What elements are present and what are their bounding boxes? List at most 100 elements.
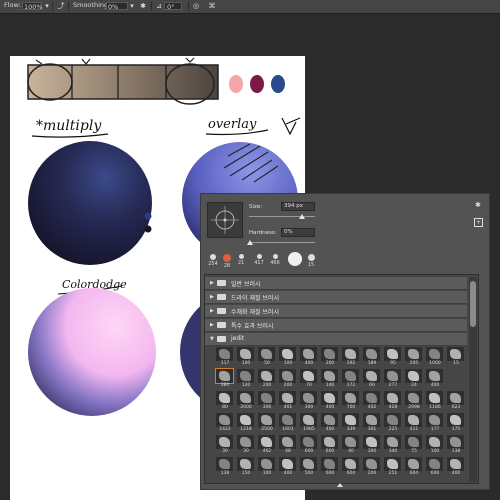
brush-preset[interactable]: 30 <box>236 435 256 456</box>
brush-preset[interactable]: 75 <box>404 435 424 456</box>
size-slider[interactable] <box>249 216 315 217</box>
brush-preset[interactable]: 60 <box>362 369 382 390</box>
brush-preset[interactable]: 40 <box>341 435 361 456</box>
gear-icon[interactable]: ✱ <box>475 201 481 209</box>
size-slider-thumb[interactable] <box>299 214 305 219</box>
airbrush-icon[interactable]: ⤴ <box>57 2 65 10</box>
recent-brush-4[interactable]: 417 <box>253 254 265 266</box>
brush-preset[interactable]: 1601 <box>278 413 298 434</box>
brush-preset[interactable]: 15 <box>446 347 466 368</box>
scrollbar-thumb[interactable] <box>470 281 476 327</box>
brush-preset[interactable]: 340 <box>383 435 403 456</box>
group-dry[interactable]: ▶ 드라이 재질 브러시 <box>205 291 467 304</box>
flow-field[interactable]: 100% <box>22 2 43 11</box>
brush-settings-icon[interactable]: ⌘ <box>208 2 216 10</box>
brush-preset[interactable]: 225 <box>383 413 403 434</box>
recent-brush-5[interactable]: 466 <box>269 254 281 266</box>
pressure-size-icon[interactable]: ◎ <box>192 2 200 10</box>
brush-preset[interactable]: 2098 <box>404 391 424 412</box>
brush-preset[interactable]: 205 <box>404 347 424 368</box>
brush-preset[interactable]: 80 <box>215 391 235 412</box>
brush-preset[interactable]: 604 <box>404 457 424 478</box>
brush-preset[interactable]: 200 <box>320 347 340 368</box>
brush-preset[interactable]: 306 <box>257 391 277 412</box>
brush-preset[interactable]: 380 <box>215 368 235 390</box>
brush-preset[interactable]: 402 <box>362 391 382 412</box>
brush-preset[interactable]: 500 <box>299 457 319 478</box>
brush-preset[interactable]: 400 <box>320 413 340 434</box>
brush-preset[interactable]: 1985 <box>299 413 319 434</box>
angle-field[interactable]: 0° <box>164 2 182 11</box>
brush-preset[interactable]: 24 <box>404 369 424 390</box>
recent-brush-6[interactable] <box>287 252 303 266</box>
size-field[interactable]: 394 px <box>281 202 315 211</box>
recent-brush-7[interactable]: 15 <box>305 254 317 268</box>
brush-preset[interactable]: 70 <box>299 369 319 390</box>
chevron-down-icon[interactable]: ▼ <box>210 336 214 342</box>
brush-preset[interactable]: 200 <box>278 369 298 390</box>
hardness-field[interactable]: 0% <box>281 228 315 237</box>
brush-preset[interactable]: 700 <box>341 391 361 412</box>
group-special[interactable]: ▶ 특수 효과 브러시 <box>205 319 467 332</box>
brush-preset[interactable]: 138 <box>446 435 466 456</box>
brush-preset[interactable]: 400 <box>425 369 445 390</box>
brush-preset[interactable]: 251 <box>383 457 403 478</box>
brush-preset[interactable]: 301 <box>362 413 382 434</box>
brush-preset[interactable]: 2422 <box>215 413 235 434</box>
brush-preset[interactable]: 428 <box>383 391 403 412</box>
brush-preset[interactable]: 2500 <box>257 413 277 434</box>
brush-preset[interactable]: 138 <box>215 457 235 478</box>
brush-preset[interactable]: 100 <box>236 347 256 368</box>
smoothing-dropdown-icon[interactable]: ▾ <box>128 2 136 10</box>
brush-preset[interactable]: 100 <box>257 457 277 478</box>
brush-preset[interactable]: 623 <box>446 391 466 412</box>
recent-brush-3[interactable]: 21 <box>235 254 247 266</box>
brush-preset[interactable]: 30 <box>215 435 235 456</box>
brush-preset[interactable]: 600 <box>299 435 319 456</box>
brush-preset[interactable]: 200 <box>257 369 277 390</box>
brush-preset[interactable]: 189 <box>362 347 382 368</box>
recent-brush-2[interactable]: 28 <box>221 254 233 269</box>
resize-handle[interactable] <box>337 483 343 487</box>
brush-preset[interactable]: 400 <box>299 347 319 368</box>
brush-preset[interactable]: 400 <box>278 457 298 478</box>
brush-preset[interactable]: 150 <box>236 457 256 478</box>
recent-brush-1[interactable]: 254 <box>207 254 219 267</box>
chevron-right-icon[interactable]: ▶ <box>210 308 214 314</box>
brush-preset[interactable]: 177 <box>425 413 445 434</box>
brush-preset[interactable]: 117 <box>215 347 235 368</box>
brush-preset[interactable]: 300 <box>299 391 319 412</box>
brush-preset[interactable]: 95 <box>383 347 403 368</box>
brush-preset[interactable]: 100 <box>278 347 298 368</box>
chevron-right-icon[interactable]: ▶ <box>210 294 214 300</box>
brush-preset[interactable]: 400 <box>446 457 466 478</box>
flow-dropdown-icon[interactable]: ▾ <box>43 2 51 10</box>
group-jedit[interactable]: ▼ jedit <box>205 333 467 346</box>
brush-preset[interactable]: 277 <box>383 369 403 390</box>
brush-preset[interactable]: 600 <box>320 457 340 478</box>
smoothing-field[interactable]: 0% <box>106 2 128 11</box>
brush-preset[interactable]: 1218 <box>236 413 256 434</box>
brush-preset[interactable]: 400 <box>320 391 340 412</box>
brush-preset[interactable]: 401 <box>278 391 298 412</box>
brush-preset[interactable]: 411 <box>404 413 424 434</box>
brush-preset[interactable]: 120 <box>236 369 256 390</box>
brush-preset[interactable]: 2000 <box>236 391 256 412</box>
brush-preset[interactable]: 172 <box>341 369 361 390</box>
brush-preset[interactable]: 50 <box>257 347 277 368</box>
brush-preset[interactable]: 604 <box>341 457 361 478</box>
brush-preset[interactable]: 140 <box>320 369 340 390</box>
gear-icon[interactable]: ✱ <box>139 2 147 10</box>
brush-tip-preview[interactable] <box>207 202 243 238</box>
new-preset-icon[interactable]: + <box>474 218 483 227</box>
brush-preset[interactable]: 339 <box>341 413 361 434</box>
brush-preset[interactable]: 600 <box>320 435 340 456</box>
brush-preset[interactable]: 600 <box>425 457 445 478</box>
group-watercolor[interactable]: ▶ 수채화 재질 브러시 <box>205 305 467 318</box>
brush-preset[interactable]: 175 <box>446 413 466 434</box>
brush-preset[interactable]: 462 <box>257 435 277 456</box>
hardness-slider[interactable] <box>249 242 315 243</box>
brush-preset[interactable]: 300 <box>362 435 382 456</box>
brush-preset[interactable]: 48 <box>278 435 298 456</box>
brush-preset[interactable]: 292 <box>341 347 361 368</box>
